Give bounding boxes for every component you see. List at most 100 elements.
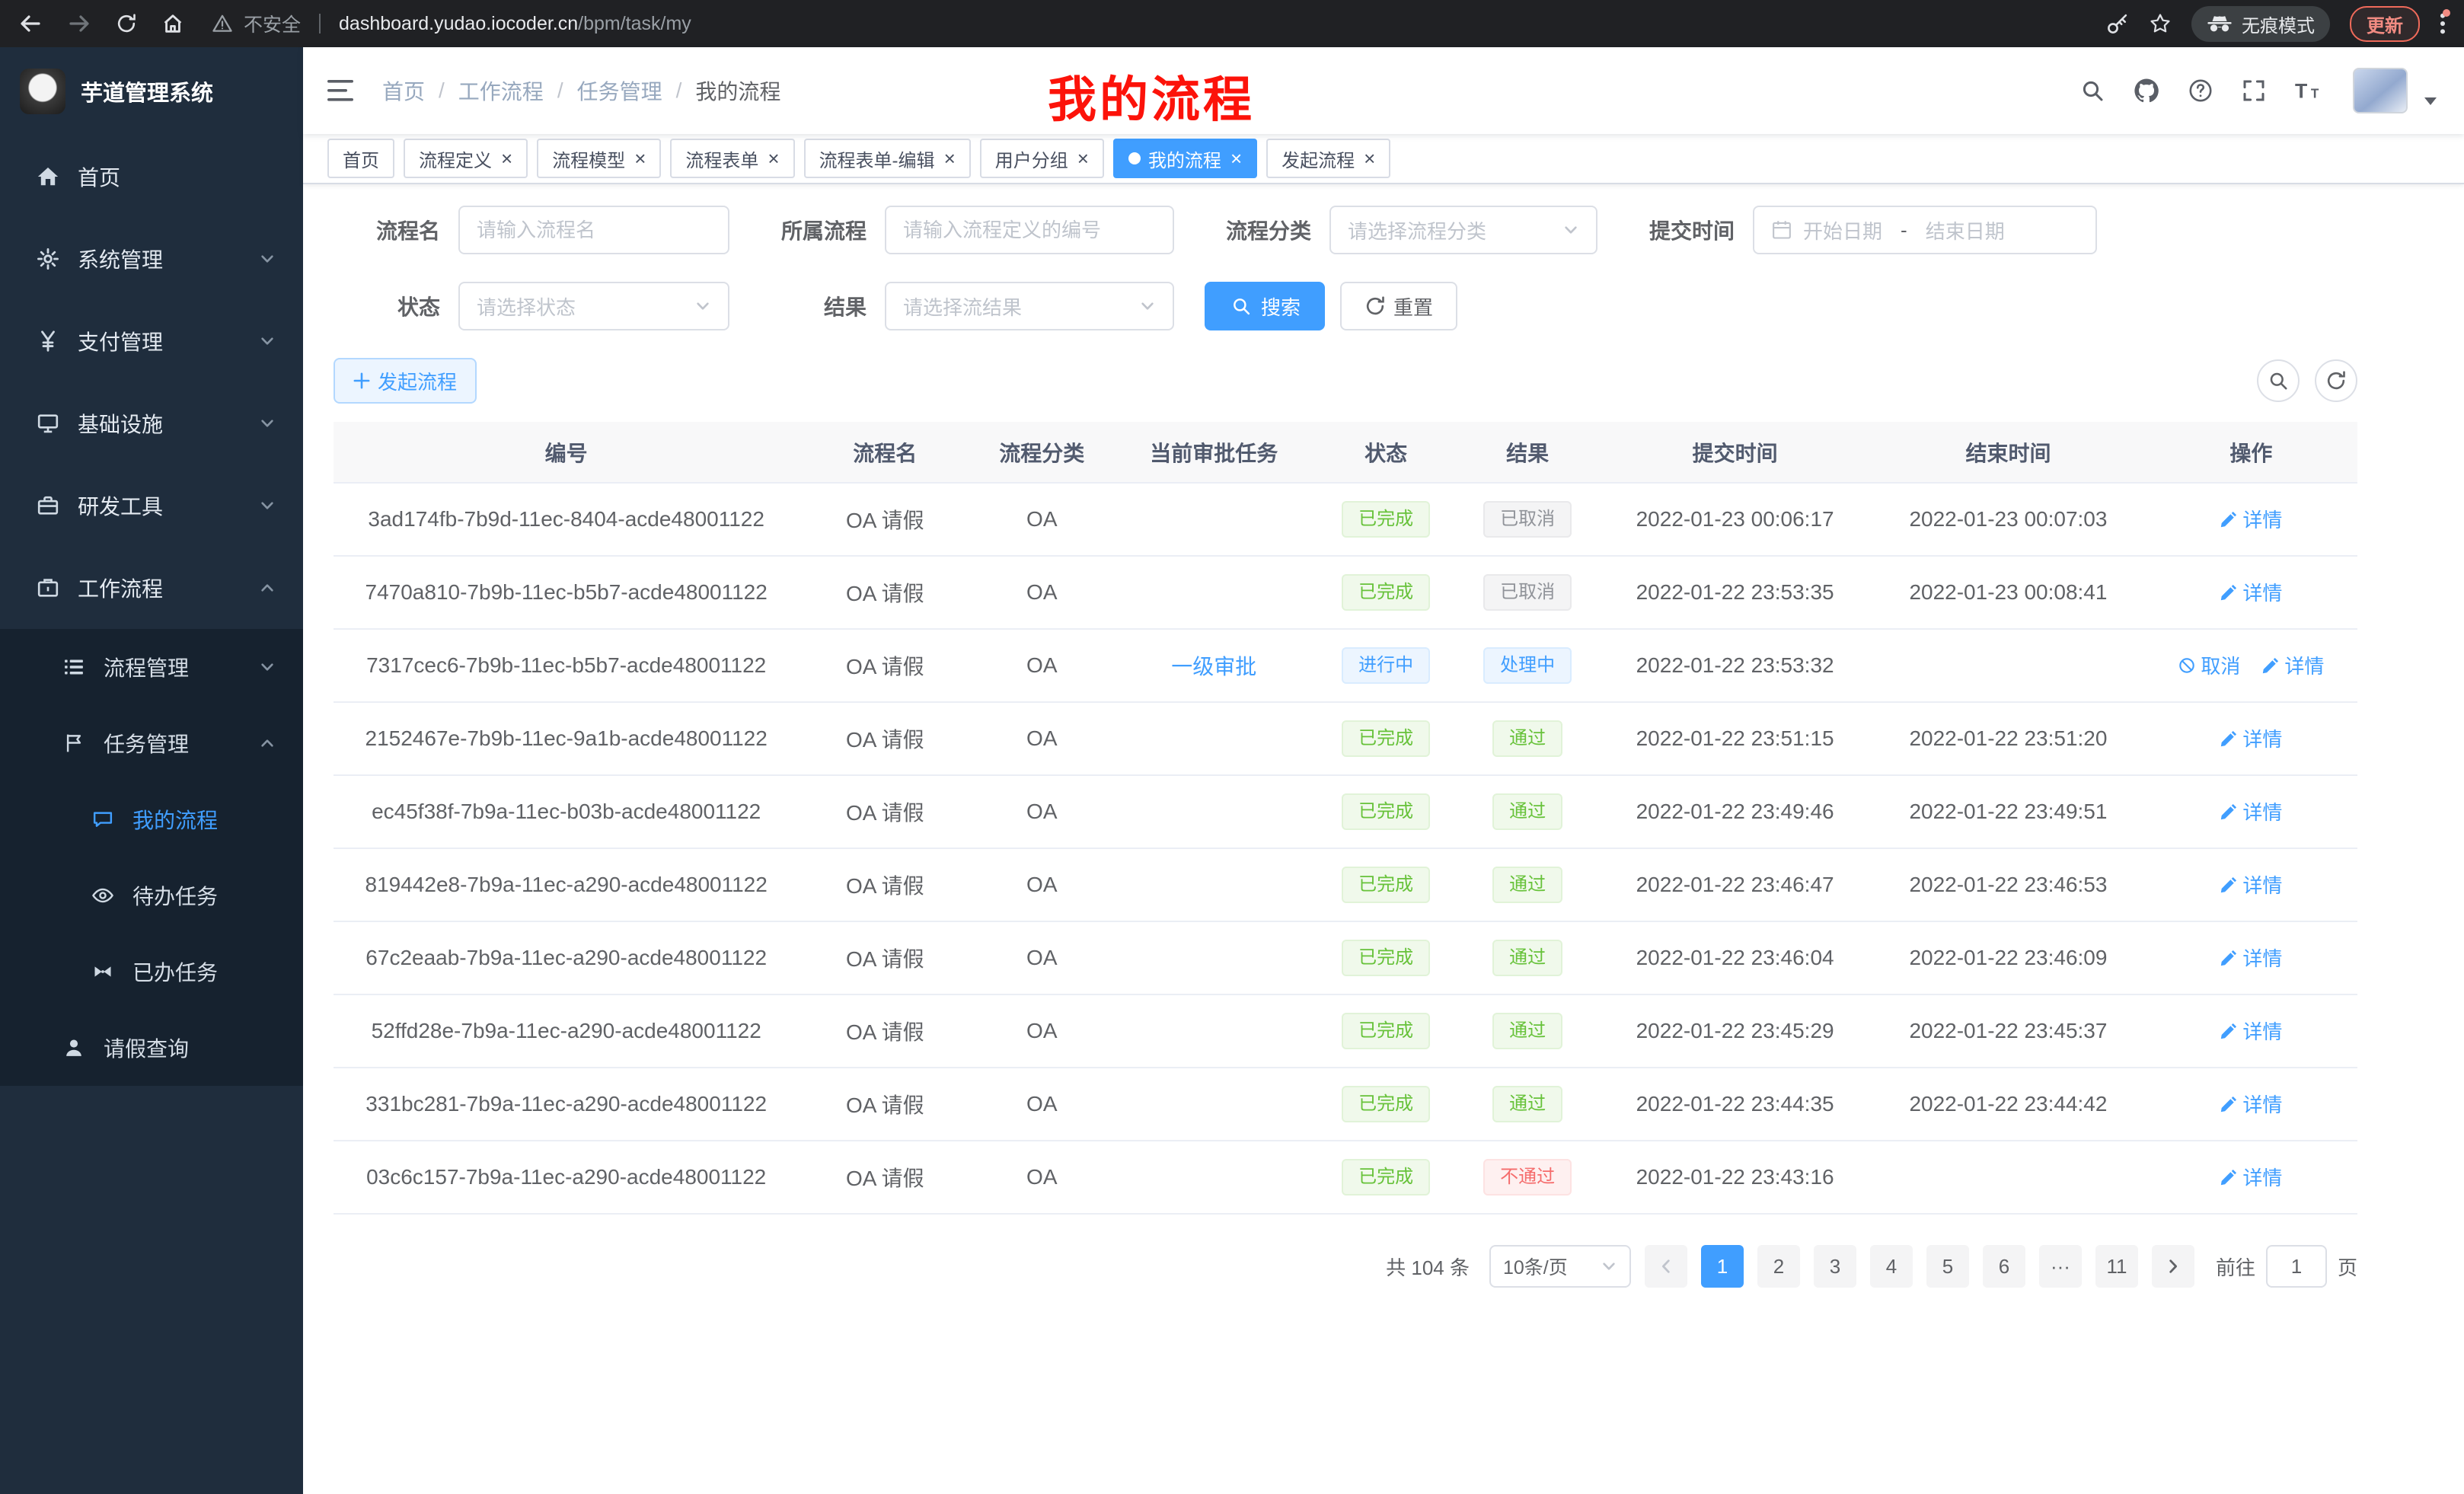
tab-home[interactable]: 首页 [327, 139, 394, 178]
status-badge: 已完成 [1342, 867, 1430, 903]
tab-process-model[interactable]: 流程模型× [537, 139, 661, 178]
detail-action[interactable]: 详情 [2220, 797, 2282, 825]
tab-start-process[interactable]: 发起流程× [1266, 139, 1390, 178]
topbar: 首页/工作流程/任务管理/我的流程 我的流程 TT [303, 47, 2464, 134]
search-icon[interactable] [2080, 78, 2105, 103]
cell-submit-time: 2022-01-23 00:06:17 [1598, 483, 1872, 556]
detail-action[interactable]: 详情 [2220, 505, 2282, 533]
search-button[interactable]: 搜索 [1205, 282, 1325, 330]
plus-icon [353, 372, 370, 389]
goto-page-input[interactable] [2266, 1245, 2327, 1288]
update-button[interactable]: 更新 [2350, 6, 2420, 42]
user-avatar[interactable] [2353, 68, 2408, 113]
process-name-input[interactable] [477, 219, 711, 242]
sidebar-item-home[interactable]: 首页 [0, 136, 303, 218]
star-icon[interactable] [2149, 12, 2172, 35]
tab-user-group[interactable]: 用户分组× [980, 139, 1104, 178]
create-process-button[interactable]: 发起流程 [334, 358, 477, 404]
tab-my-process[interactable]: 我的流程× [1113, 139, 1257, 178]
close-icon[interactable]: × [1364, 148, 1375, 168]
sidebar-item-todo-task[interactable]: 待办任务 [0, 857, 303, 934]
next-page-button[interactable] [2152, 1245, 2194, 1288]
refresh-table-button[interactable] [2315, 359, 2357, 402]
close-icon[interactable]: × [1077, 148, 1089, 168]
page-button-11[interactable]: 11 [2095, 1245, 2138, 1288]
sidebar-item-task-mgmt[interactable]: 任务管理 [0, 705, 303, 781]
column-header: 流程名 [799, 422, 971, 483]
sidebar-item-workflow[interactable]: 工作流程 [0, 547, 303, 629]
breadcrumb-item[interactable]: 首页 [382, 75, 425, 106]
current-task-link[interactable]: 一级审批 [1171, 655, 1256, 678]
result-badge: 处理中 [1483, 647, 1572, 684]
fullscreen-icon[interactable] [2242, 78, 2266, 103]
page-button-3[interactable]: 3 [1814, 1245, 1856, 1288]
tab-process-form-edit[interactable]: 流程表单-编辑× [804, 139, 971, 178]
breadcrumb-item[interactable]: 任务管理 [577, 75, 662, 106]
reload-icon[interactable] [116, 13, 137, 34]
sidebar-item-system[interactable]: 系统管理 [0, 218, 303, 300]
chevron-down-icon[interactable] [2424, 97, 2437, 105]
sidebar-item-done-task[interactable]: 已办任务 [0, 934, 303, 1010]
page-button-2[interactable]: 2 [1757, 1245, 1800, 1288]
hamburger-icon[interactable] [321, 73, 361, 108]
prev-page-button[interactable] [1645, 1245, 1687, 1288]
close-icon[interactable]: × [634, 148, 646, 168]
page-size-select[interactable]: 10条/页 [1489, 1245, 1631, 1288]
reset-button[interactable]: 重置 [1340, 282, 1457, 330]
address-bar[interactable]: 不安全 dashboard.yudao.iocoder.cn/bpm/task/… [212, 10, 2091, 37]
back-icon[interactable] [18, 11, 43, 36]
key-icon[interactable] [2106, 12, 2129, 35]
sidebar-item-label: 系统管理 [78, 244, 163, 274]
process-def-input[interactable] [903, 219, 1156, 242]
detail-action[interactable]: 详情 [2220, 870, 2282, 899]
status-select[interactable]: 请选择状态 [458, 282, 729, 330]
toggle-search-button[interactable] [2257, 359, 2300, 402]
breadcrumb-item[interactable]: 工作流程 [458, 75, 544, 106]
close-icon[interactable]: × [768, 148, 779, 168]
page-button-5[interactable]: 5 [1926, 1245, 1969, 1288]
task-icon [61, 733, 87, 754]
detail-action[interactable]: 详情 [2220, 1163, 2282, 1191]
sidebar-item-process-mgmt[interactable]: 流程管理 [0, 629, 303, 705]
detail-action[interactable]: 详情 [2220, 724, 2282, 752]
sidebar-item-leave-query[interactable]: 请假查询 [0, 1010, 303, 1086]
cell-actions: 详情 [2145, 483, 2357, 556]
close-icon[interactable]: × [944, 148, 956, 168]
pen-icon [2220, 1168, 2238, 1186]
detail-action[interactable]: 详情 [2220, 1090, 2282, 1118]
app: 芋道管理系统 首页系统管理支付管理基础设施研发工具工作流程 流程管理任务管理我的… [0, 47, 2464, 1494]
cancel-action[interactable]: 取消 [2178, 651, 2240, 679]
sidebar-item-payment[interactable]: 支付管理 [0, 300, 303, 382]
page-more-button[interactable]: ··· [2039, 1245, 2082, 1288]
github-icon[interactable] [2134, 78, 2159, 104]
tab-process-definition[interactable]: 流程定义× [404, 139, 528, 178]
detail-action[interactable]: 详情 [2261, 651, 2324, 679]
forward-icon[interactable] [67, 11, 91, 36]
detail-action[interactable]: 详情 [2220, 1017, 2282, 1045]
submit-time-range-picker[interactable]: 开始日期 - 结束日期 [1753, 206, 2097, 254]
cell-submit-time: 2022-01-22 23:46:04 [1598, 921, 1872, 994]
browser-menu-button[interactable] [2440, 12, 2446, 35]
category-label: 流程分类 [1205, 215, 1311, 245]
page-button-1[interactable]: 1 [1701, 1245, 1744, 1288]
page-button-4[interactable]: 4 [1870, 1245, 1913, 1288]
category-select[interactable]: 请选择流程分类 [1329, 206, 1597, 254]
cell-category: OA [971, 702, 1112, 775]
detail-action[interactable]: 详情 [2220, 943, 2282, 972]
detail-action[interactable]: 详情 [2220, 578, 2282, 606]
date-separator: - [1901, 219, 1907, 242]
close-icon[interactable]: × [1230, 148, 1242, 168]
sidebar-item-my-process[interactable]: 我的流程 [0, 781, 303, 857]
tab-process-form[interactable]: 流程表单× [670, 139, 794, 178]
browser-home-icon[interactable] [161, 12, 184, 35]
help-icon[interactable] [2188, 78, 2213, 103]
font-size-icon[interactable]: TT [2295, 79, 2324, 102]
cell-category: OA [971, 921, 1112, 994]
result-badge: 已取消 [1483, 574, 1572, 611]
sidebar-item-infra[interactable]: 基础设施 [0, 382, 303, 464]
page-button-6[interactable]: 6 [1983, 1245, 2025, 1288]
close-icon[interactable]: × [501, 148, 512, 168]
result-select[interactable]: 请选择流结果 [885, 282, 1174, 330]
sidebar-item-devtools[interactable]: 研发工具 [0, 464, 303, 547]
table-row: 7317cec6-7b9b-11ec-b5b7-acde48001122OA 请… [334, 629, 2357, 702]
